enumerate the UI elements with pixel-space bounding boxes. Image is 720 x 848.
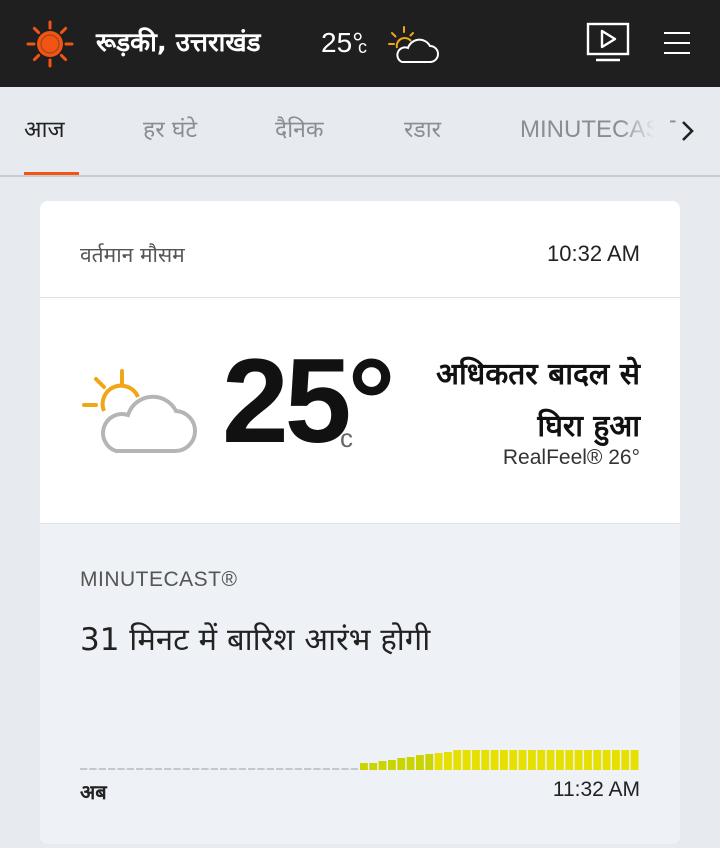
minutecast-section[interactable]: MINUTECAST® 31 मिनट में बारिश आरंभ होगी … [40, 523, 680, 844]
dry-minute-mark [322, 768, 330, 770]
dry-minute-mark [332, 768, 340, 770]
timeline-start-label: अब [80, 780, 107, 804]
dry-minute-mark [294, 768, 302, 770]
dry-minute-mark [285, 768, 293, 770]
partly-cloudy-icon [388, 26, 439, 63]
dry-minute-mark [164, 768, 172, 770]
rain-minute-bar [537, 750, 546, 770]
minutecast-summary: 31 मिनट में बारिश आरंभ होगी [80, 622, 431, 658]
dry-minute-mark [126, 768, 134, 770]
tab-hourly[interactable]: हर घंटे [143, 115, 197, 145]
location-name[interactable]: रूड़की, उत्तराखंड [96, 26, 261, 60]
tab-overflow-fade [620, 107, 670, 157]
dry-minute-mark [238, 768, 246, 770]
condition-text: अधिकतर बादल से घिरा हुआ [340, 349, 640, 453]
rain-minute-bar [612, 750, 620, 770]
tab-today[interactable]: आज [24, 115, 65, 145]
partly-cloudy-icon [82, 369, 198, 454]
dry-minute-mark [117, 768, 125, 770]
rain-minute-bar [462, 750, 471, 770]
rain-minute-bar [481, 750, 490, 770]
video-icon[interactable] [584, 20, 632, 66]
dry-minute-mark [98, 768, 106, 770]
rain-minute-bar [500, 750, 508, 770]
dry-minute-mark [201, 768, 209, 770]
rain-minute-bar [434, 753, 443, 770]
rain-minute-bar [593, 750, 602, 770]
chevron-right-icon[interactable] [676, 117, 700, 145]
dry-minute-mark [341, 768, 349, 770]
dry-minute-mark [80, 768, 88, 770]
dry-minute-mark [182, 768, 190, 770]
tab-radar[interactable]: रडार [404, 115, 441, 145]
dry-minute-mark [266, 768, 274, 770]
dry-minute-mark [154, 768, 162, 770]
dry-minute-mark [220, 768, 228, 770]
rain-minute-bar [453, 750, 462, 770]
rain-minute-bar [630, 750, 639, 770]
rain-minute-bar [621, 750, 630, 770]
minutecast-label: MINUTECAST® [80, 568, 238, 591]
rain-minute-bar [444, 752, 452, 770]
header-temperature: 25° [321, 27, 364, 58]
observation-time: 10:32 AM [547, 241, 640, 266]
rain-minute-bar [584, 750, 592, 770]
rain-minute-bar [388, 760, 396, 770]
dry-minute-mark [108, 768, 116, 770]
rain-minute-bar [556, 750, 564, 770]
dry-minute-mark [192, 768, 200, 770]
rain-minute-bar [397, 758, 406, 770]
tab-daily[interactable]: दैनिक [275, 115, 324, 145]
rain-minute-bar [490, 750, 499, 770]
app-header: रूड़की, उत्तराखंड 25° c [0, 0, 720, 87]
rain-minute-bar [602, 750, 611, 770]
dry-minute-mark [313, 768, 321, 770]
rain-minute-bar [574, 750, 583, 770]
dry-minute-mark [257, 768, 265, 770]
rain-minute-bar [565, 750, 574, 770]
rain-minute-bar [425, 754, 434, 770]
precipitation-timeline [80, 750, 639, 770]
dry-minute-mark [248, 768, 256, 770]
dry-minute-mark [210, 768, 218, 770]
hamburger-menu-icon[interactable] [662, 30, 692, 56]
dry-minute-mark [276, 768, 284, 770]
dry-minute-mark [89, 768, 97, 770]
realfeel-temperature: RealFeel® 26° [502, 446, 640, 469]
condition-line-1: अधिकतर बादल से [436, 357, 640, 392]
dry-minute-mark [173, 768, 181, 770]
rain-minute-bar [416, 755, 424, 770]
rain-minute-bar [360, 763, 368, 770]
dry-minute-mark [229, 768, 237, 770]
dry-minute-mark [145, 768, 153, 770]
sun-logo-icon[interactable] [26, 20, 74, 68]
dry-minute-mark [350, 768, 358, 770]
current-weather-card[interactable]: वर्तमान मौसम 10:32 AM 25° c अधिकतर बादल … [40, 201, 680, 844]
rain-minute-bar [518, 750, 527, 770]
rain-minute-bar [528, 750, 536, 770]
card-title: वर्तमान मौसम [80, 243, 185, 267]
rain-minute-bar [378, 761, 387, 770]
dry-minute-mark [136, 768, 144, 770]
rain-minute-bar [546, 750, 555, 770]
rain-minute-bar [472, 750, 480, 770]
rain-minute-bar [406, 757, 415, 770]
timeline-end-label: 11:32 AM [552, 778, 640, 801]
rain-minute-bar [369, 763, 378, 770]
card-header: वर्तमान मौसम 10:32 AM [40, 201, 680, 298]
active-tab-indicator [24, 172, 79, 175]
rain-minute-bar [509, 750, 518, 770]
header-temperature-unit: c [358, 37, 367, 57]
tab-bar: आज हर घंटे दैनिक रडार MINUTECAST [0, 87, 720, 177]
dry-minute-mark [304, 768, 312, 770]
